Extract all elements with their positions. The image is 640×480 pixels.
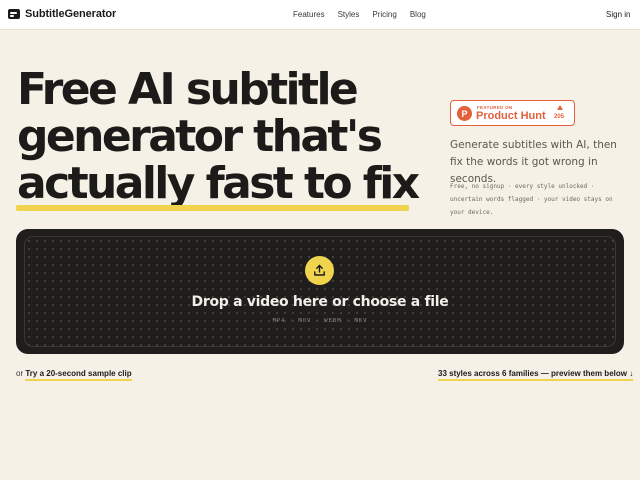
- hero-features: Free, no signup · every style unlocked ·…: [450, 183, 613, 216]
- brand-name: SubtitleGenerator: [25, 8, 117, 20]
- upload-icon: [314, 264, 325, 276]
- sample-clip-row: or Try a 20-second sample clip: [16, 369, 132, 381]
- sample-clip-link[interactable]: Try a 20-second sample clip: [25, 369, 132, 381]
- upvote-arrow-icon: [557, 105, 563, 110]
- video-dropzone[interactable]: [16, 229, 624, 354]
- dropzone-title[interactable]: Drop a video here or choose a file: [0, 294, 640, 310]
- subtitles-icon: [8, 9, 20, 19]
- styles-preview-link[interactable]: 33 styles across 6 families — preview th…: [438, 369, 634, 381]
- nav-features[interactable]: Features: [293, 10, 325, 19]
- product-hunt-badge[interactable]: P FEATURED ON Product Hunt 205: [450, 100, 575, 126]
- hero-title-line-2: generator that's: [17, 111, 383, 162]
- supported-formats: MP4 · MOV · WEBM · MKV: [272, 318, 368, 324]
- product-hunt-name: Product Hunt: [476, 110, 546, 122]
- nav-pricing[interactable]: Pricing: [372, 10, 396, 19]
- main-nav: Features Styles Pricing Blog: [293, 10, 426, 19]
- product-hunt-icon: P: [457, 106, 472, 121]
- hero-title: Free AI subtitle generator that's actual…: [17, 66, 437, 207]
- title-highlight-underline: [16, 205, 409, 211]
- signin-link[interactable]: Sign in: [606, 10, 630, 19]
- brand-logo[interactable]: SubtitleGenerator: [8, 8, 116, 20]
- site-header: SubtitleGenerator Features Styles Pricin…: [0, 0, 640, 30]
- nav-styles[interactable]: Styles: [338, 10, 360, 19]
- nav-blog[interactable]: Blog: [410, 10, 426, 19]
- upvote-count: 205: [554, 114, 565, 120]
- sample-prefix: or: [16, 369, 26, 378]
- hero-title-line-3: actually fast to fix: [17, 158, 420, 209]
- hero-title-line-1: Free AI subtitle: [17, 64, 359, 115]
- upload-button[interactable]: [305, 256, 334, 285]
- dropzone-dotted-area: [24, 236, 616, 347]
